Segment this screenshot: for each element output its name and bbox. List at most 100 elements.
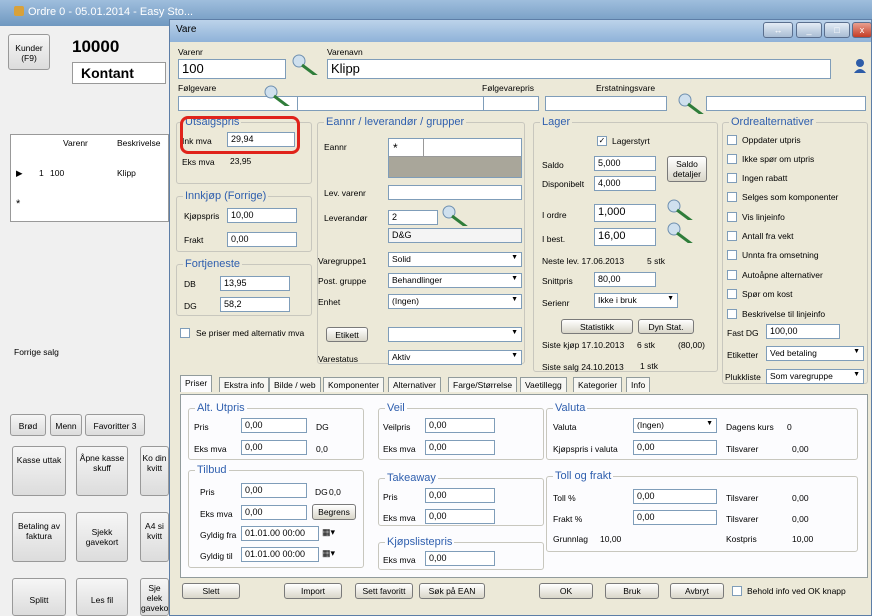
i-ordre-search-icon[interactable] — [665, 198, 693, 220]
behold-info-checkbox[interactable] — [732, 586, 742, 596]
import-button[interactable]: Import — [284, 583, 342, 599]
i-best-search-icon[interactable] — [665, 221, 693, 243]
tab-brod[interactable]: Brød — [10, 414, 46, 436]
tilbud-eks-field[interactable]: 0,00 — [241, 505, 307, 520]
tab-vaetillegg[interactable]: Vaetillegg — [520, 377, 567, 392]
restore-icon[interactable]: ↔ — [763, 22, 793, 38]
gyldig-fra-calendar-icon[interactable]: ▦▾ — [322, 527, 335, 538]
les-fil-button[interactable]: Les fil — [76, 578, 128, 616]
veil-eks-field[interactable]: 0,00 — [425, 440, 495, 455]
avbryt-button[interactable]: Avbryt — [670, 583, 724, 599]
tab-komponenter[interactable]: Komponenter — [323, 377, 385, 392]
erstatningsvare-search-icon[interactable] — [676, 92, 704, 114]
search-key-icon[interactable] — [290, 53, 318, 75]
kjopsliste-eks-field[interactable]: 0,00 — [425, 551, 495, 566]
eannr-new-row[interactable]: * — [389, 139, 521, 157]
tab-kategorier[interactable]: Kategorier — [573, 377, 623, 392]
ingen-rabatt-checkbox[interactable] — [727, 173, 737, 183]
folgevarepris-field[interactable] — [483, 96, 539, 111]
kunder-button[interactable]: Kunder (F9) — [8, 34, 50, 70]
toll-field[interactable]: 0,00 — [633, 489, 717, 504]
bruk-button[interactable]: Bruk — [605, 583, 659, 599]
tab-alternativer[interactable]: Alternativer — [388, 377, 441, 392]
tab-bilde-web[interactable]: Bilde / web — [269, 377, 321, 392]
selges-komponenter-checkbox[interactable] — [727, 192, 737, 202]
begrens-button[interactable]: Begrens — [312, 504, 356, 520]
slett-button[interactable]: Slett — [182, 583, 240, 599]
se-priser-checkbox[interactable] — [180, 328, 190, 338]
plukkliste-select[interactable]: Som varegruppe — [766, 369, 864, 384]
sett-favoritt-button[interactable]: Sett favoritt — [355, 583, 413, 599]
etikett-select[interactable] — [388, 327, 522, 342]
gyldig-til-field[interactable]: 01.01.00 00:00 — [241, 547, 319, 562]
disponibelt-field[interactable]: 4,000 — [594, 176, 656, 191]
valuta-select[interactable]: (Ingen) — [633, 418, 717, 433]
saldo-detaljer-button[interactable]: Saldo detaljer — [667, 156, 707, 182]
i-best-field[interactable]: 16,00 — [594, 228, 656, 246]
db-field[interactable]: 13,95 — [220, 276, 290, 291]
tab-favoritter[interactable]: Favoritter 3 — [85, 414, 145, 436]
varenr-field[interactable]: 100 — [178, 59, 286, 79]
splitt-button[interactable]: Splitt — [12, 578, 66, 616]
erstatningsvare-name-field[interactable] — [706, 96, 866, 111]
serienr-select[interactable]: Ikke i bruk — [594, 293, 678, 308]
tab-info[interactable]: Info — [626, 377, 651, 392]
i-ordre-field[interactable]: 1,000 — [594, 204, 656, 222]
saldo-field[interactable]: 5,000 — [594, 156, 656, 171]
snittpris-field[interactable]: 80,00 — [594, 272, 656, 287]
tilbud-pris-field[interactable]: 0,00 — [241, 483, 307, 498]
lagerstyrt-checkbox[interactable]: ✓ — [597, 136, 607, 146]
kjopspris-valuta-field[interactable]: 0,00 — [633, 440, 717, 455]
leverandor-field[interactable]: 2 — [388, 210, 438, 225]
etiketter-select[interactable]: Ved betaling — [766, 346, 864, 361]
alt-pris-field[interactable]: 0,00 — [241, 418, 307, 433]
elek-gavekort-button[interactable]: Sje elek gavekort — [140, 578, 169, 616]
alt-eks-field[interactable]: 0,00 — [241, 440, 307, 455]
etikett-button[interactable]: Etikett — [326, 327, 368, 342]
takeaway-eks-field[interactable]: 0,00 — [425, 509, 495, 524]
sok-ean-button[interactable]: Søk på EAN — [419, 583, 485, 599]
veilpris-field[interactable]: 0,00 — [425, 418, 495, 433]
dyn-stat-button[interactable]: Dyn Stat. — [638, 319, 694, 334]
close-icon[interactable]: x — [852, 22, 872, 38]
sjekk-gavekort-button[interactable]: Sjekk gavekort — [76, 512, 128, 562]
kasse-uttak-button[interactable]: Kasse uttak — [12, 446, 66, 496]
folgevare-name-field[interactable] — [297, 96, 485, 111]
autoapne-checkbox[interactable] — [727, 270, 737, 280]
dg-field[interactable]: 58,2 — [220, 297, 290, 312]
enhet-select[interactable]: (Ingen) — [388, 294, 522, 309]
post-gruppe-select[interactable]: Behandlinger — [388, 273, 522, 288]
unnta-omsetning-checkbox[interactable] — [727, 250, 737, 260]
varegruppe-select[interactable]: Solid — [388, 252, 522, 267]
frakt-field[interactable]: 0,00 — [227, 232, 297, 247]
tab-menn[interactable]: Menn — [50, 414, 82, 436]
gyldig-fra-field[interactable]: 01.01.00 00:00 — [241, 526, 319, 541]
vis-linjeinfo-checkbox[interactable] — [727, 212, 737, 222]
tab-farge-storrelse[interactable]: Farge/Størrelse — [448, 377, 518, 392]
ikke-spor-checkbox[interactable] — [727, 154, 737, 164]
gyldig-til-calendar-icon[interactable]: ▦▾ — [322, 548, 335, 559]
erstatningsvare-field[interactable] — [545, 96, 667, 111]
varestatus-select[interactable]: Aktiv — [388, 350, 522, 365]
fast-dg-field[interactable]: 100,00 — [766, 324, 840, 339]
user-icon[interactable] — [853, 58, 867, 74]
ko-kvitt-button[interactable]: Ko din kvitt — [140, 446, 169, 496]
kjopspris-field[interactable]: 10,00 — [227, 208, 297, 223]
takeaway-pris-field[interactable]: 0,00 — [425, 488, 495, 503]
a4-kvitt-button[interactable]: A4 si kvitt — [140, 512, 169, 562]
statistikk-button[interactable]: Statistikk — [561, 319, 633, 334]
tab-priser[interactable]: Priser — [180, 375, 213, 392]
eannr-grid[interactable]: * — [388, 138, 522, 178]
ok-button[interactable]: OK — [539, 583, 593, 599]
varenavn-field[interactable]: Klipp — [327, 59, 831, 79]
leverandor-search-icon[interactable] — [440, 204, 468, 226]
spor-kost-checkbox[interactable] — [727, 289, 737, 299]
tab-ekstra-info[interactable]: Ekstra info — [219, 377, 270, 392]
oppdater-utpris-checkbox[interactable] — [727, 135, 737, 145]
minimize-icon[interactable]: _ — [796, 22, 822, 38]
apne-kasse-button[interactable]: Åpne kasse skuff — [76, 446, 128, 496]
folgevare-search-icon[interactable] — [262, 84, 290, 106]
beskrivelse-linjeinfo-checkbox[interactable] — [727, 309, 737, 319]
betaling-faktura-button[interactable]: Betaling av faktura — [12, 512, 66, 562]
lev-varenr-field[interactable] — [388, 185, 522, 200]
